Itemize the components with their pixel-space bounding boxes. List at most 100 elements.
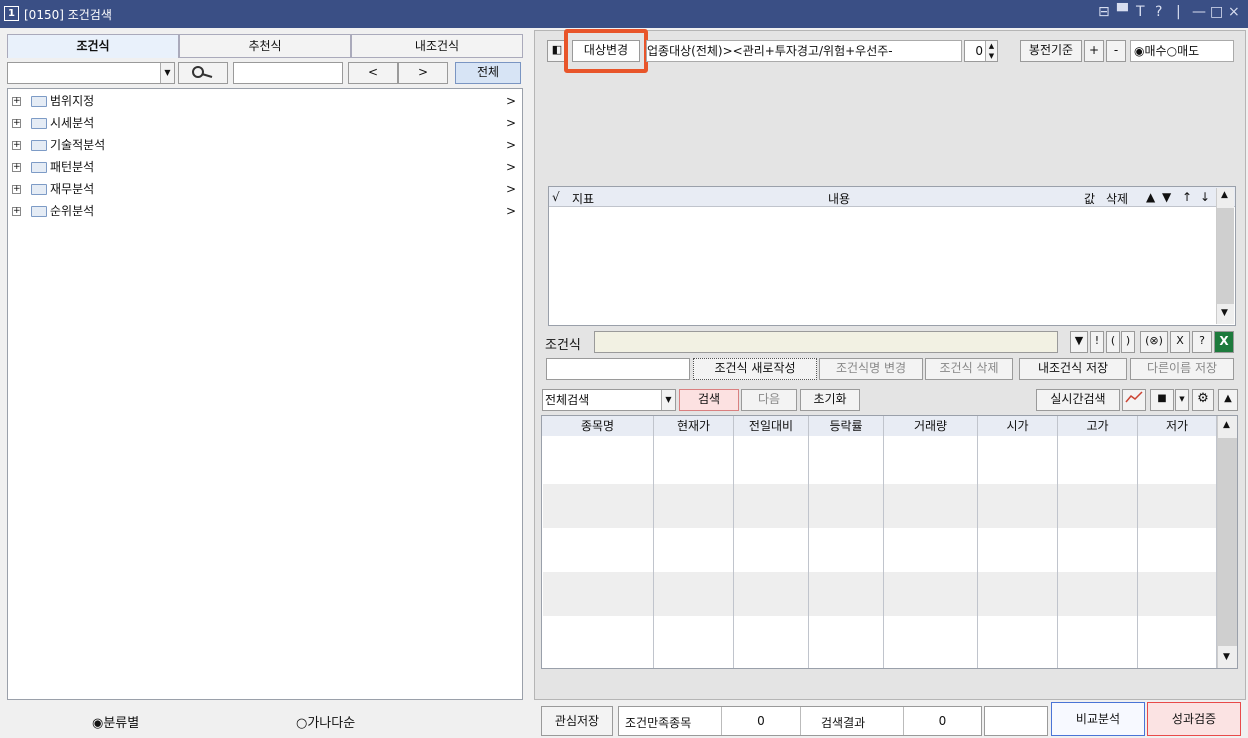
move-up-icon[interactable]: ▲ [1146, 190, 1155, 204]
condition-input[interactable] [594, 331, 1058, 353]
pin-icon[interactable]: ▀ [1117, 4, 1128, 20]
scroll-thumb[interactable] [1217, 208, 1234, 304]
target-change-button[interactable]: 대상변경 [572, 40, 640, 62]
excel-icon[interactable]: X [1214, 331, 1234, 353]
period-stepper[interactable]: 0 ▲ ▼ [964, 40, 998, 62]
column-header[interactable]: 거래량 [884, 416, 978, 436]
column-header[interactable]: 등락률 [809, 416, 884, 436]
chevron-right-icon[interactable]: > [506, 156, 516, 178]
save-as-button[interactable]: 다른이름 저장 [1130, 358, 1234, 380]
gear-icon[interactable]: ⚙ [1192, 389, 1214, 411]
all-button[interactable]: 전체 [455, 62, 521, 84]
move-top-icon[interactable]: ↑ [1182, 190, 1192, 204]
side-selector[interactable]: ◉매수○매도 [1130, 40, 1234, 62]
move-down-icon[interactable]: ▼ [1162, 190, 1171, 204]
radio-checked-icon: ◉ [1134, 44, 1145, 58]
expand-plus-icon[interactable]: + [12, 185, 21, 194]
delete-condition-button[interactable]: 조건식 삭제 [925, 358, 1013, 380]
condition-tool-button[interactable]: ) [1121, 331, 1135, 353]
compare-analysis-button[interactable]: 비교분석 [1051, 702, 1145, 736]
blank-field [984, 706, 1048, 736]
chevron-right-icon[interactable]: > [506, 90, 516, 112]
expand-plus-icon[interactable]: + [12, 163, 21, 172]
condition-tool-button[interactable]: ? [1192, 331, 1212, 353]
column-header[interactable]: 저가 [1138, 416, 1217, 436]
column-header[interactable]: 전일대비 [734, 416, 809, 436]
column-header[interactable]: 종목명 [542, 416, 654, 436]
expand-plus-icon[interactable]: + [12, 207, 21, 216]
condition-tool-button[interactable]: ( [1106, 331, 1120, 353]
chevron-right-icon[interactable]: > [506, 134, 516, 156]
condition-name-input[interactable] [546, 358, 690, 380]
chevron-right-icon[interactable]: > [506, 200, 516, 222]
tree-item[interactable]: + 재무분석 > [12, 178, 522, 200]
layout-icon[interactable]: ⊟ [1098, 4, 1110, 20]
add-button[interactable]: + [1084, 40, 1104, 62]
window-title: [0150] 조건검색 [24, 8, 112, 22]
chevron-right-icon[interactable]: > [506, 178, 516, 200]
column-header[interactable]: 시가 [978, 416, 1058, 436]
realtime-search-button[interactable]: 실시간검색 [1036, 389, 1120, 411]
view-toggle-icon[interactable]: ■ [1150, 389, 1174, 411]
scroll-down-icon[interactable]: ▼ [1221, 308, 1228, 318]
chart-icon[interactable] [1122, 389, 1146, 411]
tab-recommended[interactable]: 추천식 [179, 34, 351, 58]
buy-radio-label[interactable]: 매수 [1144, 44, 1166, 58]
chevron-down-icon[interactable]: ▼ [661, 390, 675, 410]
search-button[interactable] [178, 62, 228, 84]
search-run-button[interactable]: 검색 [679, 389, 739, 411]
chevron-down-icon[interactable]: ▼ [160, 63, 174, 83]
folder-icon [31, 118, 47, 129]
condition-tool-button[interactable]: ! [1090, 331, 1104, 353]
column-header[interactable]: 현재가 [654, 416, 734, 436]
tree-item[interactable]: + 기술적분석 > [12, 134, 522, 156]
performance-verify-button[interactable]: 성과검증 [1147, 702, 1241, 736]
tab-my-conditions[interactable]: 내조건식 [351, 34, 523, 58]
basis-button[interactable]: 봉전기준 [1020, 40, 1082, 62]
sort-by-alpha[interactable]: ○가나다순 [296, 712, 355, 731]
minimize-icon[interactable]: — [1192, 4, 1206, 20]
scroll-up-icon[interactable]: ▲ [1221, 190, 1228, 200]
next-result-button[interactable]: 다음 [741, 389, 797, 411]
font-icon[interactable]: T [1136, 4, 1145, 20]
condition-tool-button[interactable]: ▼ [1070, 331, 1088, 353]
grid-column [978, 436, 1058, 668]
prev-button[interactable]: < [348, 62, 398, 84]
condition-tool-button[interactable]: X [1170, 331, 1190, 353]
spin-icon[interactable]: ▲ ▼ [985, 41, 997, 61]
category-select[interactable]: ▼ [7, 62, 175, 84]
tree-item[interactable]: + 시세분석 > [12, 112, 522, 134]
reset-button[interactable]: 초기화 [800, 389, 860, 411]
save-interest-button[interactable]: 관심저장 [541, 706, 613, 736]
save-mine-button[interactable]: 내조건식 저장 [1019, 358, 1127, 380]
next-button[interactable]: > [398, 62, 448, 84]
rename-condition-button[interactable]: 조건식명 변경 [819, 358, 923, 380]
collapse-icon[interactable]: ▲ [1218, 389, 1238, 411]
expand-plus-icon[interactable]: + [12, 97, 21, 106]
close-icon[interactable]: × [1228, 4, 1240, 20]
scroll-thumb[interactable] [1218, 438, 1237, 646]
chevron-right-icon[interactable]: > [506, 112, 516, 134]
indicator-scrollbar[interactable]: ▲ ▼ [1216, 188, 1234, 324]
scroll-up-icon[interactable]: ▲ [1223, 420, 1230, 430]
scroll-down-icon[interactable]: ▼ [1223, 652, 1230, 662]
maximize-icon[interactable]: □ [1210, 4, 1223, 20]
tab-conditions[interactable]: 조건식 [7, 34, 179, 58]
help-icon[interactable]: ? [1155, 4, 1162, 20]
results-scrollbar[interactable]: ▲ ▼ [1217, 416, 1237, 668]
expand-plus-icon[interactable]: + [12, 141, 21, 150]
remove-button[interactable]: - [1106, 40, 1126, 62]
condition-tool-button[interactable]: (⊗) [1140, 331, 1168, 353]
tree-item[interactable]: + 패턴분석 > [12, 156, 522, 178]
tree-item[interactable]: + 순위분석 > [12, 200, 522, 222]
view-dropdown-icon[interactable]: ▼ [1175, 389, 1189, 411]
new-condition-button[interactable]: 조건식 새로작성 [693, 358, 817, 380]
column-header[interactable]: 고가 [1058, 416, 1138, 436]
sell-radio-label[interactable]: 매도 [1177, 44, 1199, 58]
tree-item[interactable]: + 범위지정 > [12, 90, 522, 112]
search-input[interactable] [233, 62, 343, 84]
sort-by-category[interactable]: ◉분류별 [92, 712, 139, 731]
search-mode-select[interactable]: 전체검색 ▼ [542, 389, 676, 411]
expand-plus-icon[interactable]: + [12, 119, 21, 128]
move-bottom-icon[interactable]: ↓ [1200, 190, 1210, 204]
